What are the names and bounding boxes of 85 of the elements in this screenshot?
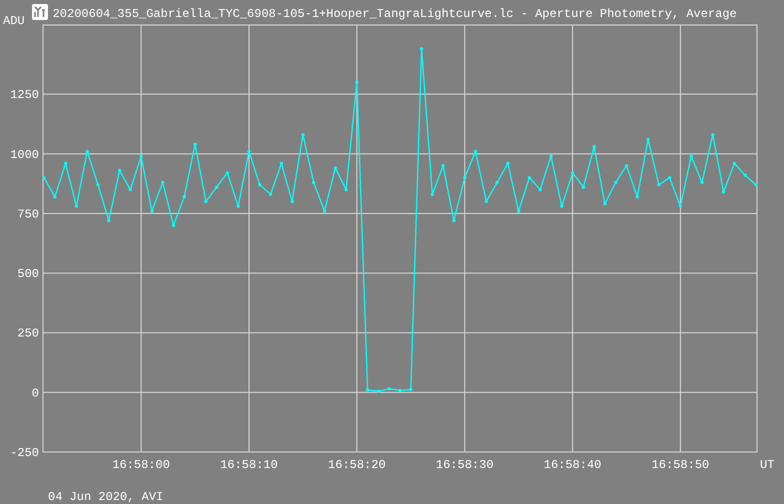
data-point <box>657 183 660 186</box>
data-point <box>495 180 499 184</box>
data-point <box>107 219 110 222</box>
data-point <box>53 195 56 198</box>
data-point <box>592 145 596 148</box>
y-tick-label: 0 <box>32 386 39 400</box>
data-point <box>430 192 434 196</box>
x-tick-label: 16:58:10 <box>220 458 278 472</box>
data-point <box>247 150 251 154</box>
data-point <box>442 164 445 168</box>
data-point <box>236 204 240 208</box>
y-tick-label: -250 <box>10 446 39 460</box>
data-point <box>258 183 262 186</box>
app-logo-icon <box>32 4 48 20</box>
data-point <box>334 166 337 170</box>
data-point <box>193 142 197 146</box>
data-point <box>582 186 585 189</box>
data-point <box>517 209 520 213</box>
data-point <box>603 202 607 206</box>
data-point <box>312 180 316 184</box>
data-point <box>690 154 693 158</box>
data-point <box>118 168 122 172</box>
data-point <box>732 162 736 165</box>
data-point <box>290 200 294 204</box>
data-point <box>161 180 164 184</box>
data-point <box>366 388 370 392</box>
data-point <box>700 180 704 184</box>
y-tick-label: 1000 <box>10 148 39 162</box>
data-point <box>711 133 714 136</box>
data-point <box>280 162 283 165</box>
data-point <box>474 150 478 154</box>
data-point <box>215 186 218 189</box>
data-point <box>226 171 230 174</box>
y-axis-label: ADU <box>3 15 25 27</box>
data-point <box>182 195 186 198</box>
data-point <box>614 180 618 184</box>
x-tick-label: 16:58:30 <box>436 458 494 472</box>
data-point <box>560 204 564 208</box>
y-tick-label: 250 <box>17 326 39 341</box>
window-title: 20200604_355_Gabriella_TYC_6908-105-1+Hooper_TangraLightcurve.lc - Aperture Photometry, Average <box>52 8 737 20</box>
x-tick-label: 16:58:50 <box>652 458 710 472</box>
data-point <box>528 176 532 180</box>
data-point <box>172 224 176 227</box>
data-point <box>484 200 488 204</box>
data-point <box>398 388 402 392</box>
data-point <box>624 164 628 168</box>
data-point <box>344 188 348 192</box>
data-point <box>549 154 553 158</box>
data-point <box>42 176 46 180</box>
data-point <box>668 176 672 180</box>
data-point <box>64 162 68 165</box>
x-axis-label: UT <box>760 458 774 472</box>
data-point <box>678 204 682 208</box>
data-point <box>646 138 650 142</box>
x-tick-label: 16:58:20 <box>328 458 386 472</box>
x-tick-label: 16:58:40 <box>544 458 602 472</box>
x-tick-label: 16:58:00 <box>112 458 170 472</box>
y-tick-label: 500 <box>17 267 39 282</box>
data-point <box>744 174 747 177</box>
data-point <box>204 200 208 204</box>
data-point <box>420 47 424 50</box>
data-point <box>538 188 542 192</box>
data-point <box>388 387 391 390</box>
data-point <box>355 80 358 84</box>
data-point <box>96 183 100 186</box>
data-point <box>322 209 326 213</box>
data-point <box>754 183 758 186</box>
y-tick-label: 750 <box>17 207 39 222</box>
data-point <box>268 192 272 196</box>
data-point <box>150 209 154 213</box>
data-point <box>140 154 143 158</box>
data-point <box>86 150 89 154</box>
data-point <box>452 219 456 222</box>
data-point <box>301 133 305 136</box>
data-point <box>636 195 639 198</box>
data-point <box>74 204 78 208</box>
data-point <box>463 176 466 180</box>
footer-text: 04 Jun 2020, AVI <box>48 490 164 504</box>
data-point <box>570 171 574 174</box>
data-point <box>128 188 132 192</box>
data-point <box>506 162 510 165</box>
y-tick-label: 1250 <box>10 88 39 102</box>
data-point <box>722 190 726 194</box>
data-point <box>409 388 412 392</box>
data-point <box>376 390 380 393</box>
